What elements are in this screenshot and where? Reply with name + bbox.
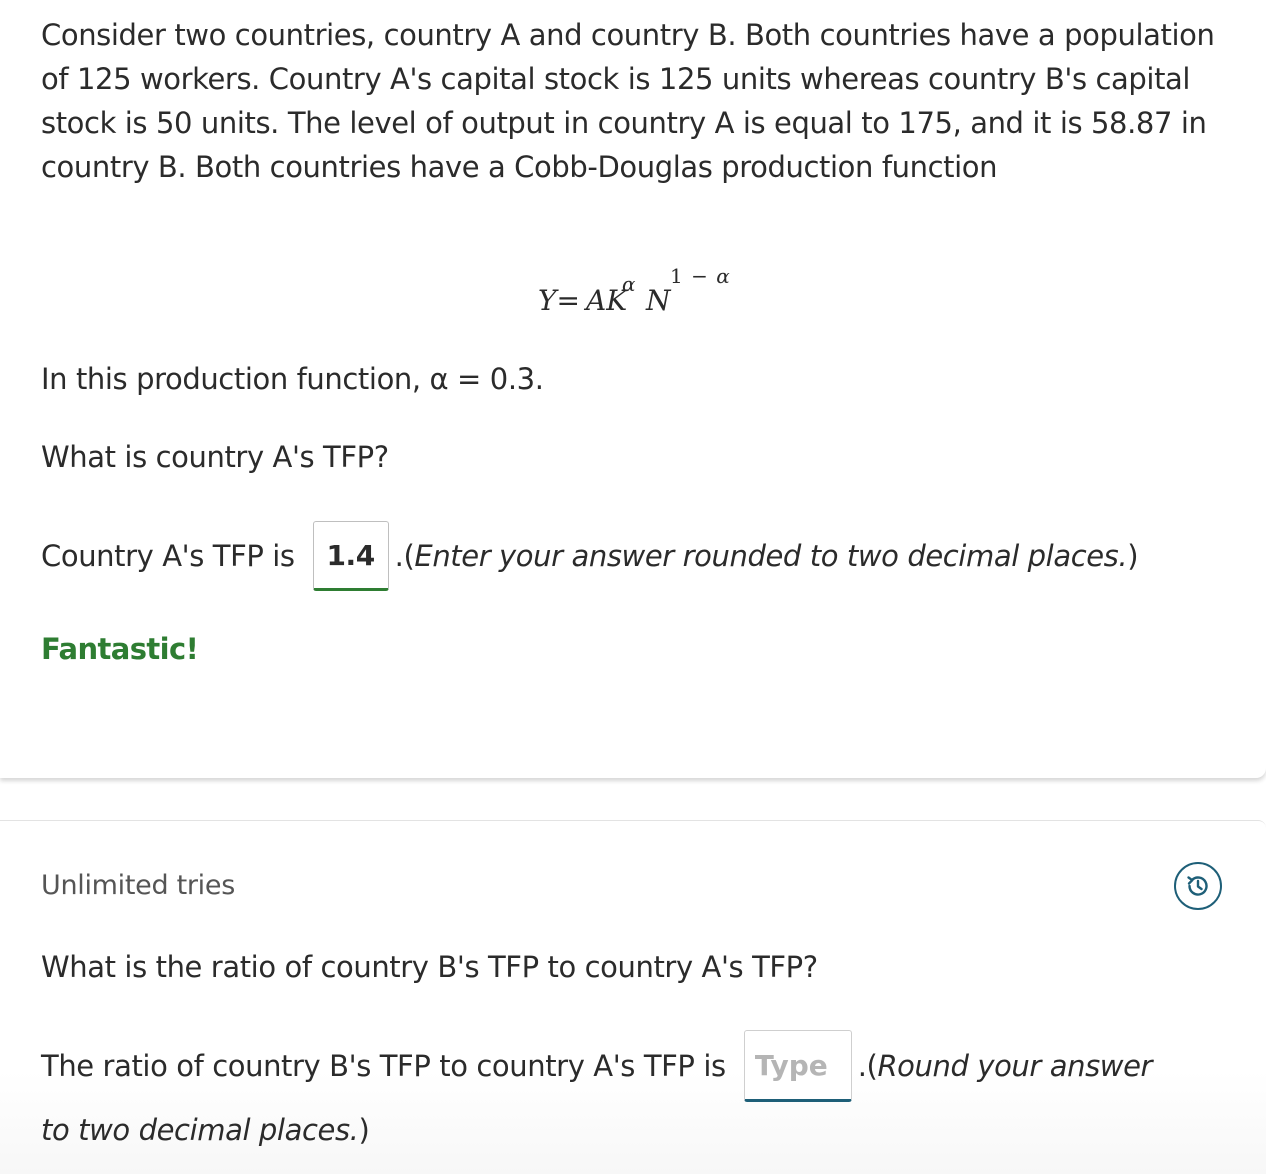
feedback-message: Fantastic! (41, 632, 199, 666)
question-card-a: Consider two countries, country A and co… (0, 0, 1266, 778)
answer-b-prefix: The ratio of country B's TFP to country … (41, 1049, 726, 1083)
answer-b-paren-close: ) (358, 1113, 370, 1147)
history-button[interactable] (1174, 862, 1222, 910)
question-b-prompt: What is the ratio of country B's TFP to … (41, 950, 818, 984)
answer-a-paren-close: ) (1127, 539, 1139, 573)
answer-b-input[interactable] (743, 1030, 852, 1102)
equation-ak: AK (586, 284, 628, 317)
alpha-statement: In this production function, α = 0.3. (41, 362, 544, 396)
answer-b-instruction-part1: Round your answer (877, 1049, 1153, 1083)
history-icon (1187, 876, 1208, 896)
answer-a-paren-open: ( (403, 539, 415, 573)
answer-b-period: . (857, 1049, 867, 1083)
answer-b-instruction-cont: to two decimal places.) (41, 1113, 370, 1147)
equation-lhs: Y= (538, 284, 580, 317)
tries-label: Unlimited tries (41, 870, 235, 901)
answer-a-prefix: Country A's TFP is (41, 539, 295, 573)
answer-line-b: The ratio of country B's TFP to country … (41, 1028, 1152, 1104)
equation-exponent-prefix: 1 − (670, 264, 717, 288)
equation-n: N (646, 284, 671, 317)
answer-b-instruction-part2: to two decimal places. (41, 1113, 359, 1147)
page: Consider two countries, country A and co… (0, 0, 1266, 1174)
answer-line-a: Country A's TFP is 1.4 . ( Enter your an… (41, 518, 1139, 594)
question-a-prompt: What is country A's TFP? (41, 440, 389, 474)
equation-n-exponent: 1 − α (670, 264, 731, 288)
answer-a-instruction: Enter your answer rounded to two decimal… (414, 539, 1128, 573)
answer-a-period: . (394, 539, 404, 573)
cobb-douglas-equation: Y= AK α N 1 − α (538, 262, 738, 326)
equation-alpha-exponent: α (622, 272, 636, 296)
question-intro: Consider two countries, country A and co… (41, 18, 1215, 184)
answer-a-input[interactable]: 1.4 (312, 521, 389, 591)
answer-b-paren-open: ( (866, 1049, 878, 1083)
equation-exponent-alpha: α (716, 264, 731, 288)
